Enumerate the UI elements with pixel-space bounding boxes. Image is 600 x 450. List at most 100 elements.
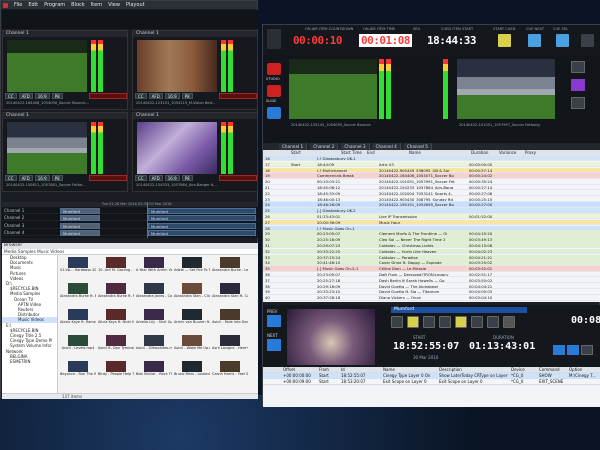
- playlist-row[interactable]: 19 Commercials Break 20140422-164406_10540…: [263, 173, 600, 179]
- media-thumbnail[interactable]: A Year With Armin Van B...: [136, 257, 172, 272]
- media-thumbnail[interactable]: Alexandra Stan - Cliche (Hush H...: [174, 283, 210, 298]
- playlist-row[interactable]: 28 [-] Music Goes On-1: [263, 225, 600, 231]
- media-thumbnail[interactable]: Avril Lavigne - Here's To Never...: [212, 335, 248, 350]
- cue-sel-button[interactable]: [556, 34, 569, 47]
- next-clip-button[interactable]: [267, 339, 281, 351]
- skip-icon[interactable]: [439, 316, 451, 328]
- media-thumbnail[interactable]: Alexandra Burke - Let It Go.mp4: [212, 257, 248, 272]
- media-thumbnail[interactable]: Avicii - Silhouettes.mp4: [136, 335, 172, 350]
- playlist-row[interactable]: 32 20:33:22:25 Coldplay — Hurts Like Heave…: [263, 248, 600, 255]
- config-badge[interactable]: CC: [5, 175, 17, 181]
- trash-icon[interactable]: [487, 316, 499, 328]
- loop-icon[interactable]: [455, 316, 467, 328]
- config-badge[interactable]: CC: [135, 175, 147, 181]
- channel-monitor[interactable]: Channel 1 CC AFD 16:9 P8 20140422-154533_1057…: [132, 112, 258, 192]
- more-button[interactable]: [581, 34, 594, 47]
- loop-icon[interactable]: [571, 97, 585, 109]
- config-badge[interactable]: AFD: [18, 175, 33, 181]
- tab-channel-3[interactable]: Channel 3: [341, 143, 370, 150]
- menu-file[interactable]: File: [14, 2, 22, 8]
- media-thumbnail[interactable]: Alexandra Burke ft. Erick Morill...: [60, 283, 96, 298]
- playlist-row[interactable]: 21 18:45:06:12 20140422-154233_1057864_Air…: [263, 185, 600, 191]
- playlist-row[interactable]: 36 20:23:05:07 Daft Punk — Derezzed(TRON:L…: [263, 272, 600, 278]
- play-button[interactable]: [498, 34, 511, 47]
- tree-item[interactable]: System Volume Infor: [2, 343, 57, 348]
- media-thumbnail[interactable]: Alexandra Jones - Come Insid...: [136, 283, 172, 298]
- plus-button[interactable]: [567, 345, 579, 355]
- timeline-clip[interactable]: Mumford: [60, 208, 100, 214]
- media-thumbnail[interactable]: Avicii - Wake Me Up.mp4: [174, 335, 210, 350]
- config-badge[interactable]: P8: [51, 175, 63, 181]
- tree-item[interactable]: ESMETRIN: [2, 359, 57, 364]
- playlist-row[interactable]: 35 [-] Music Goes On-2-1 Céline Dion — Le …: [263, 266, 600, 272]
- playlist-row[interactable]: 33 20:37:25:24 Coldplay — Paradise 00:04:21…: [263, 254, 600, 260]
- media-thumbnail[interactable]: Avicii - Fade Into Darkness.mp4: [212, 309, 248, 324]
- media-thumbnail[interactable]: Bruno Mars - Locked Out Of Heaven...: [174, 361, 210, 376]
- config-badge[interactable]: P8: [181, 175, 193, 181]
- media-thumbnail[interactable]: Alexandra Burke ft. Pitbull — Bad...: [98, 283, 134, 298]
- menu-item[interactable]: Item: [91, 2, 102, 8]
- timeline-clip[interactable]: Mumford: [60, 215, 100, 222]
- config-badge[interactable]: AFD: [18, 93, 33, 99]
- mark-in-icon[interactable]: [407, 316, 419, 328]
- stop-button[interactable]: [267, 85, 281, 97]
- media-thumbnail[interactable]: Bob Sinclar - Rock The Boat...: [136, 361, 172, 376]
- config-badge[interactable]: 16:9: [34, 175, 50, 181]
- config-badge[interactable]: P8: [51, 93, 63, 99]
- media-thumbnail[interactable]: Birdy - People Help The People...: [98, 361, 134, 376]
- channel-monitor[interactable]: Channel 1 CC AFD 16:9 P8 20140422-150611_1057…: [2, 112, 128, 192]
- media-thumbnail[interactable]: 10. Arif M. Gosling - Boys Like You...: [98, 257, 134, 272]
- tab-channel-4[interactable]: Channel 4: [372, 143, 401, 150]
- playlist-row[interactable]: 30 20:25:18:09 Cleo Sol — Never The Right …: [263, 237, 600, 243]
- settings-icon[interactable]: [581, 345, 593, 355]
- playhead[interactable]: [147, 202, 148, 238]
- playlist-row[interactable]: 29 00:23:05:07 Clement Morfo & The Frontli…: [263, 231, 600, 237]
- media-thumbnail[interactable]: Alexandra Stan ft. Carlprit - 1,000...: [212, 283, 248, 298]
- media-thumbnail[interactable]: Beyonce - Run The World.mp4: [60, 361, 96, 376]
- download-button[interactable]: [267, 63, 281, 75]
- media-thumbnail[interactable]: Calvin Harris - Feel So Close...: [212, 361, 248, 376]
- menu-playout[interactable]: Playout: [126, 2, 145, 8]
- playlist-row[interactable]: 26 01:23:43:01 Live IP Transmission 00:01:5…: [263, 214, 600, 220]
- timeline-clip[interactable]: Mumford: [148, 222, 256, 229]
- timeline-clip[interactable]: Mumford: [148, 215, 256, 222]
- media-thumbnail[interactable]: Alicia Keys ft. Nicki Minaj - G...: [98, 309, 134, 324]
- timeline-clip[interactable]: Mumford: [60, 222, 100, 229]
- swap-icon[interactable]: [571, 79, 585, 91]
- config-badge[interactable]: 16:9: [164, 175, 180, 181]
- playlist-row[interactable]: 34 20:41:46:10 Cover Drive ft. Dappy — Exp…: [263, 260, 600, 266]
- tab-channel-5[interactable]: Channel 5: [403, 143, 432, 150]
- config-badge[interactable]: 16:9: [34, 93, 50, 99]
- timeline-clip[interactable]: Mumford: [60, 229, 100, 236]
- media-thumbnail[interactable]: Avicii ft. Dan Tyminski - Hey Bro...: [98, 335, 134, 350]
- hand-icon[interactable]: [423, 316, 435, 328]
- event-row[interactable]: +00:00:09:00 Start 18:53:20:07 Exit Scope o…: [263, 379, 600, 385]
- config-badge[interactable]: AFD: [148, 175, 163, 181]
- playlist-row[interactable]: 31 20:29:07:23 Coldplay — Christmas Lights…: [263, 243, 600, 249]
- config-badge[interactable]: P8: [181, 93, 193, 99]
- playlist-row[interactable]: 38 20:29:18:09 David Guetta — The Alphabea…: [263, 283, 600, 289]
- menu-program[interactable]: Program: [44, 2, 65, 8]
- tab-channel-2[interactable]: Channel 2: [310, 143, 339, 150]
- playlist-row[interactable]: 40 20:37:28:18 Diana Vickers — Once 00:03:0…: [263, 295, 600, 301]
- cue-next-button[interactable]: [528, 34, 541, 47]
- media-thumbnail[interactable]: 01-Vb... Hardbass 2010 Video Spe...: [60, 257, 96, 272]
- menu-view[interactable]: View: [108, 2, 120, 8]
- playlist-row[interactable]: 24 18:46:26:09 20140422-195151_1054095_Soc…: [263, 202, 600, 208]
- config-badge[interactable]: 16:9: [164, 93, 180, 99]
- hand-icon[interactable]: [571, 61, 585, 73]
- cg-on-button[interactable]: [267, 29, 281, 49]
- playlist-row[interactable]: 16 [-] Glastonbury UK-1: [263, 156, 600, 162]
- playlist-row[interactable]: 23 18:46:00:13 20140422-903430_308795_Sund…: [263, 196, 600, 202]
- media-thumbnail[interactable]: Adele — Set Fire To The Rain.mp4: [174, 257, 210, 272]
- minus-button[interactable]: [553, 345, 565, 355]
- lock-icon[interactable]: [471, 316, 483, 328]
- playlist-row[interactable]: 18 [-] Multichannel 20140422-905449_538095…: [263, 167, 600, 173]
- menu-edit[interactable]: Edit: [28, 2, 38, 8]
- timeline-clip[interactable]: Mumford: [148, 208, 256, 214]
- playlist-row[interactable]: 20 00:10:03:21 20140422-101051_1057991_Soc…: [263, 179, 600, 185]
- playlist-row[interactable]: 17 Start 18:44:09 Artic 03 00:00:00:00: [263, 161, 600, 168]
- timeline-clip[interactable]: Mumford: [148, 229, 256, 236]
- media-thumbnail[interactable]: Avicii - Levels.mp4: [60, 335, 96, 350]
- playlist-row[interactable]: 37 20:25:27:18 Dash Berlin ft Sarah Howell…: [263, 277, 600, 284]
